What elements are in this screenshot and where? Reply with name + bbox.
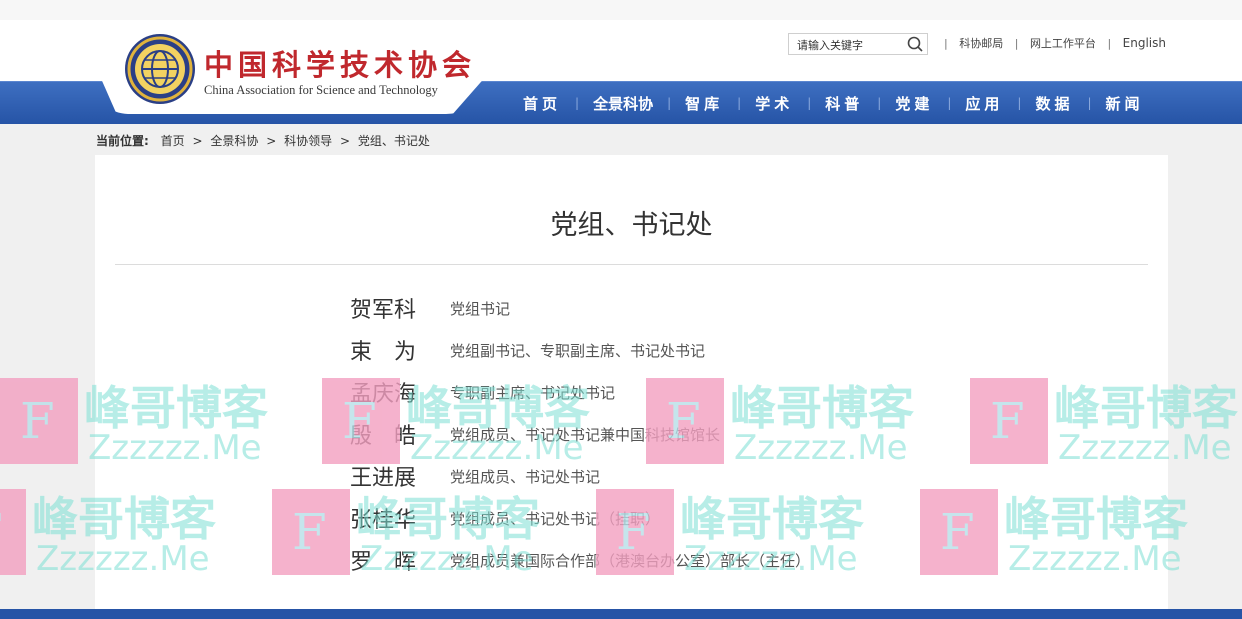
nav-item-party[interactable]: 党建 bbox=[881, 93, 947, 114]
nav-item-home[interactable]: 首页 bbox=[509, 93, 575, 114]
watermark-letter: F bbox=[0, 503, 3, 561]
divider: | bbox=[944, 37, 948, 50]
search-box bbox=[788, 33, 928, 55]
leader-title: 党组成员、书记处书记兼中国科技馆馆长 bbox=[450, 426, 721, 444]
leader-name[interactable]: 孟庆海 bbox=[350, 376, 416, 408]
nav-item-academic[interactable]: 学术 bbox=[741, 93, 807, 114]
leader-name[interactable]: 贺军科 bbox=[350, 292, 416, 324]
leader-name[interactable]: 王进展 bbox=[350, 460, 416, 492]
watermark-letter: F bbox=[20, 392, 55, 450]
logo-chinese-text: 中国科学技术协会 bbox=[204, 48, 477, 82]
leader-title: 党组成员兼国际合作部（港澳台办公室）部长（主任） bbox=[450, 552, 811, 570]
link-mail[interactable]: 科协邮局 bbox=[959, 37, 1003, 50]
logo-english-text: China Association for Science and Techno… bbox=[204, 83, 438, 97]
breadcrumb-separator: > bbox=[192, 134, 203, 148]
breadcrumb-separator: > bbox=[339, 134, 351, 148]
main-nav: 首页 | 全景科协 | 智库 | 学术 | 科普 | 党建 | 应用 | 数据 … bbox=[509, 82, 1158, 124]
footer-band bbox=[0, 609, 1242, 619]
leader-title: 党组成员、书记处书记 bbox=[450, 468, 601, 486]
divider: | bbox=[1107, 37, 1112, 50]
breadcrumb: 当前位置: 首页 > 全景科协 > 科协领导 > 党组、书记处 bbox=[96, 132, 430, 149]
nav-item-data[interactable]: 数据 bbox=[1021, 93, 1087, 114]
leader-title: 党组副书记、专职副主席、书记处书记 bbox=[450, 342, 706, 360]
nav-item-popular-science[interactable]: 科普 bbox=[811, 93, 877, 114]
divider: | bbox=[1014, 37, 1019, 50]
watermark-badge: F bbox=[0, 489, 26, 575]
leader-name[interactable]: 束 为 bbox=[350, 334, 416, 366]
nav-item-think-tank[interactable]: 智库 bbox=[671, 93, 737, 114]
title-divider bbox=[115, 264, 1148, 265]
leader-name[interactable]: 罗 晖 bbox=[350, 544, 416, 576]
nav-item-overview[interactable]: 全景科协 bbox=[579, 93, 667, 114]
nav-item-apps[interactable]: 应用 bbox=[951, 93, 1017, 114]
cast-emblem-icon bbox=[125, 34, 195, 104]
search-input[interactable] bbox=[789, 36, 909, 55]
leader-title: 专职副主席、书记处书记 bbox=[450, 384, 616, 402]
top-links: | 科协邮局 | 网上工作平台 | English bbox=[936, 35, 1166, 53]
breadcrumb-overview[interactable]: 全景科协 bbox=[210, 134, 258, 148]
breadcrumb-separator: > bbox=[266, 134, 277, 148]
top-strip bbox=[0, 0, 1242, 21]
link-english[interactable]: English bbox=[1123, 36, 1166, 50]
breadcrumb-label: 当前位置: bbox=[96, 134, 149, 148]
content-card: 党组、书记处 贺军科 党组书记 束 为 党组副书记、专职副主席、书记处书记 孟庆… bbox=[95, 155, 1168, 619]
search-icon[interactable] bbox=[907, 36, 923, 52]
leader-title: 党组成员、书记处书记（挂职） bbox=[450, 510, 661, 528]
breadcrumb-leaders[interactable]: 科协领导 bbox=[284, 134, 332, 148]
leader-title: 党组书记 bbox=[450, 300, 511, 318]
leader-name[interactable]: 殷 皓 bbox=[350, 418, 416, 450]
breadcrumb-current[interactable]: 党组、书记处 bbox=[358, 134, 430, 148]
leader-name[interactable]: 张桂华 bbox=[350, 502, 416, 534]
breadcrumb-home[interactable]: 首页 bbox=[161, 134, 185, 148]
watermark-badge: F bbox=[0, 378, 78, 464]
link-work-platform[interactable]: 网上工作平台 bbox=[1030, 37, 1096, 50]
nav-item-news[interactable]: 新闻 bbox=[1092, 93, 1158, 114]
page-title: 党组、书记处 bbox=[550, 210, 713, 241]
